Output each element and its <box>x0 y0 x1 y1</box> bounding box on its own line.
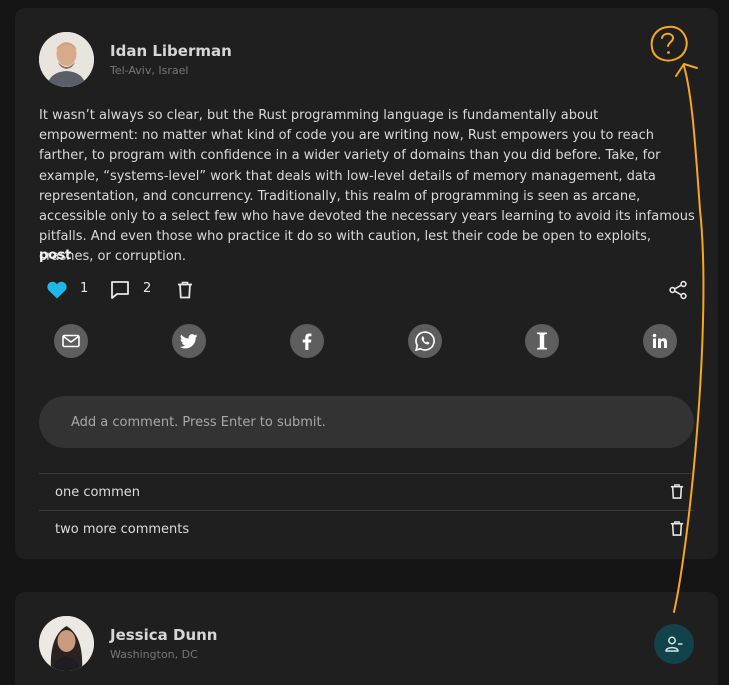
trash-icon <box>178 281 192 299</box>
post-card: Jessica Dunn Washington, DC <box>15 592 718 685</box>
share-twitter-button[interactable] <box>172 324 206 358</box>
comment-item: one commen <box>39 473 694 510</box>
share-options <box>15 324 718 358</box>
share-facebook-button[interactable] <box>290 324 324 358</box>
comment-count: 2 <box>143 281 152 296</box>
twitter-icon <box>180 333 198 348</box>
question-mark-icon <box>650 25 688 62</box>
avatar-photo <box>39 32 94 87</box>
author-name[interactable]: Jessica Dunn <box>110 626 217 644</box>
heart-icon <box>47 281 67 299</box>
comment-button[interactable] <box>110 278 130 302</box>
email-icon <box>62 334 80 348</box>
post-actions: 1 2 <box>39 278 689 302</box>
delete-comment-button[interactable] <box>670 483 684 504</box>
author-location: Tel-Aviv, Israel <box>110 64 189 77</box>
share-whatsapp-button[interactable] <box>408 324 442 358</box>
delete-post-button[interactable] <box>177 278 193 302</box>
like-count: 1 <box>80 281 89 296</box>
comment-text: one commen <box>55 485 140 500</box>
comment-text: two more comments <box>55 522 190 537</box>
share-email-button[interactable] <box>54 324 88 358</box>
like-button[interactable] <box>47 278 67 302</box>
comment-item: two more comments <box>39 510 694 547</box>
avatar-photo <box>39 616 94 671</box>
author-name[interactable]: Idan Liberman <box>110 42 232 60</box>
author-avatar[interactable] <box>39 616 94 671</box>
unfollow-button[interactable] <box>654 624 694 664</box>
share-instapaper-button[interactable] <box>525 324 559 358</box>
whatsapp-icon <box>414 331 435 352</box>
post-body: It wasn’t always so clear, but the Rust … <box>39 108 695 265</box>
trash-icon <box>670 484 684 499</box>
trash-icon <box>670 521 684 536</box>
post-card: Idan Liberman Tel-Aviv, Israel It wasn’t… <box>15 8 718 559</box>
share-linkedin-button[interactable] <box>643 324 677 358</box>
facebook-icon <box>302 332 312 350</box>
comment-icon <box>111 281 129 299</box>
comment-input[interactable] <box>39 396 694 448</box>
comment-list: one commen two more comments <box>39 473 694 547</box>
author-avatar[interactable] <box>39 32 94 87</box>
share-button[interactable] <box>668 278 688 302</box>
share-icon <box>669 280 687 300</box>
post-type-label: post <box>39 248 72 263</box>
author-location: Washington, DC <box>110 648 198 661</box>
delete-comment-button[interactable] <box>670 520 684 541</box>
help-icon[interactable] <box>648 24 692 70</box>
person-minus-icon <box>665 636 683 652</box>
linkedin-icon <box>652 333 667 348</box>
instapaper-icon <box>537 332 547 350</box>
